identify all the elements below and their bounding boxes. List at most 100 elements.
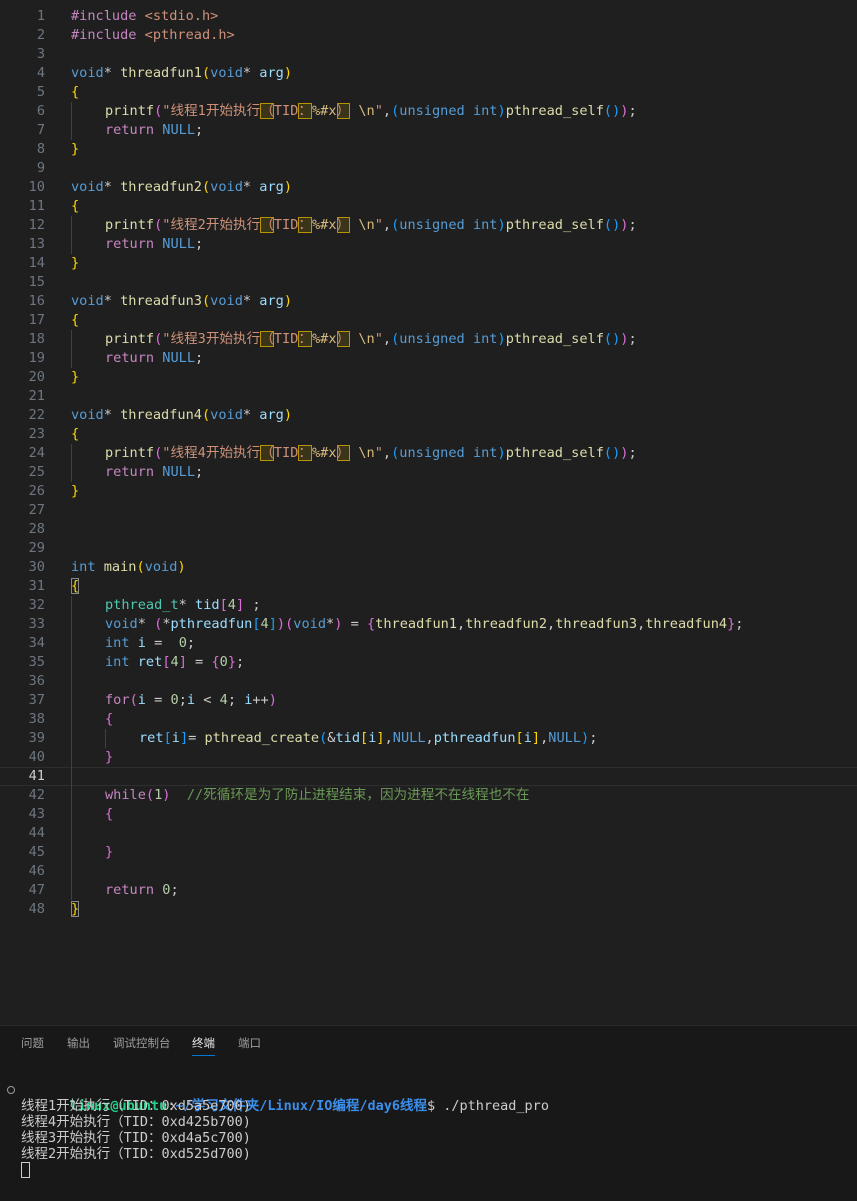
code-line[interactable]: 24 printf("线程4开始执行（TID：%#x） \n",(unsigned… <box>0 444 857 463</box>
code-token: "线程2开始执行 <box>162 217 261 233</box>
code-line[interactable]: 37 for(i = 0;i < 4; i++) <box>0 691 857 710</box>
terminal[interactable]: linux@ubuntu:~/学习文件夹/Linux/IO编程/day6线程$ … <box>0 1082 857 1182</box>
code-line[interactable]: 26} <box>0 482 857 501</box>
code-line[interactable]: 46 <box>0 862 857 881</box>
code-token: ( <box>201 293 211 309</box>
code-line[interactable]: 1 #include <stdio.h> <box>0 7 857 26</box>
code-token: * <box>162 616 171 632</box>
code-line[interactable]: 47 return 0; <box>0 881 857 900</box>
code-line[interactable]: 7 return NULL; <box>0 121 857 140</box>
code-line[interactable]: 18 printf("线程3开始执行（TID：%#x） \n",(unsigned… <box>0 330 857 349</box>
code-line[interactable]: 45} <box>0 843 857 862</box>
code-line[interactable]: 13 return NULL; <box>0 235 857 254</box>
code-token: tid <box>195 597 220 613</box>
code-token: %#x <box>311 217 337 233</box>
code-token: , <box>384 730 393 746</box>
code-line[interactable]: 5{ <box>0 83 857 102</box>
code-line[interactable]: 31 { <box>0 577 857 596</box>
code-token: unsigned <box>399 331 465 347</box>
code-token: NULL <box>392 730 426 746</box>
code-line[interactable]: 15 <box>0 273 857 292</box>
code-line[interactable]: 8} <box>0 140 857 159</box>
code-line[interactable]: 6 printf("线程1开始执行（TID：%#x） \n",(unsigned … <box>0 102 857 121</box>
code-line[interactable]: 42 while(1) //死循环是为了防止进程结束，因为进程不在线程也不在 <box>0 786 857 805</box>
code-token: ] <box>179 730 189 746</box>
code-line[interactable]: 39 ret[i]= pthread_create(&tid[i],NULL,pt… <box>0 729 857 748</box>
code-token: threadfun2 <box>465 616 548 632</box>
code-line[interactable]: 3 <box>0 45 857 64</box>
code-token: arg <box>259 293 284 309</box>
code-token: void <box>210 407 243 423</box>
code-token: \n <box>358 217 375 233</box>
code-token: ： <box>298 103 312 119</box>
code-line[interactable]: 17 { <box>0 311 857 330</box>
code-token: ： <box>298 217 312 233</box>
code-line[interactable]: 29 <box>0 539 857 558</box>
code-editor[interactable]: 1 #include <stdio.h> 2 #include <pthread.h>… <box>0 0 857 1025</box>
code-line[interactable]: 43 { <box>0 805 857 824</box>
code-token: { <box>105 806 114 822</box>
line-number: 47 <box>28 882 45 898</box>
code-token: * <box>103 179 121 195</box>
code-token: //死循环是为了防止进程结束，因为进程不在线程也不在 <box>186 787 530 803</box>
code-token: #include <box>71 8 137 24</box>
line-number: 11 <box>28 198 45 214</box>
code-line[interactable]: 4 void* threadfun1(void* arg) <box>0 64 857 83</box>
tab-problems[interactable]: 问题 <box>21 1035 44 1055</box>
terminal-prompt-line: linux@ubuntu:~/学习文件夹/Linux/IO编程/day6线程$ … <box>0 1082 857 1114</box>
code-token: , <box>547 616 556 632</box>
code-line[interactable]: 9 <box>0 159 857 178</box>
code-line[interactable]: 41 <box>0 767 857 786</box>
code-line[interactable]: 32 pthread_t* tid[4] ; <box>0 596 857 615</box>
terminal-cursor <box>21 1162 30 1178</box>
code-token: threadfun2 <box>120 179 202 195</box>
line-number: 12 <box>28 217 45 233</box>
code-token: * <box>242 407 260 423</box>
code-line[interactable]: 27 <box>0 501 857 520</box>
code-token: * <box>103 407 121 423</box>
tab-output[interactable]: 输出 <box>67 1035 90 1055</box>
code-line[interactable]: 33 void* (*pthreadfun[4])(void*) = {threa… <box>0 615 857 634</box>
code-token: ; <box>628 103 637 119</box>
code-line[interactable]: 30 int main(void) <box>0 558 857 577</box>
code-line[interactable]: 21 <box>0 387 857 406</box>
code-token: NULL <box>548 730 582 746</box>
code-text: } <box>105 843 113 862</box>
code-line[interactable]: 34 int i = 0; <box>0 634 857 653</box>
code-line[interactable]: 38 { <box>0 710 857 729</box>
code-token: { <box>105 711 114 727</box>
code-token: main <box>103 559 137 575</box>
code-token: ） <box>336 331 351 347</box>
code-line[interactable]: 12 printf("线程2开始执行（TID：%#x） \n",(unsigned… <box>0 216 857 235</box>
code-line[interactable]: 19 return NULL; <box>0 349 857 368</box>
code-token: int <box>105 654 130 670</box>
code-line[interactable]: 44 <box>0 824 857 843</box>
code-line[interactable]: 48} <box>0 900 857 919</box>
code-token: pthread_self <box>505 331 604 347</box>
tab-terminal[interactable]: 终端 <box>192 1035 215 1056</box>
code-text: { <box>71 197 79 216</box>
code-text: { <box>71 83 79 102</box>
code-line[interactable]: 22 void* threadfun4(void* arg) <box>0 406 857 425</box>
code-line[interactable]: 14} <box>0 254 857 273</box>
code-line[interactable]: 23 { <box>0 425 857 444</box>
code-line[interactable]: 25 return NULL; <box>0 463 857 482</box>
code-token: unsigned <box>399 103 465 119</box>
code-line[interactable]: 40} <box>0 748 857 767</box>
tab-debug-console[interactable]: 调试控制台 <box>113 1035 171 1055</box>
code-line[interactable]: 35 int ret[4] = {0}; <box>0 653 857 672</box>
code-token: ; <box>170 882 179 898</box>
code-line[interactable]: 36 <box>0 672 857 691</box>
code-line[interactable]: 11 { <box>0 197 857 216</box>
code-line[interactable]: 2 #include <pthread.h> <box>0 26 857 45</box>
code-line[interactable]: 20} <box>0 368 857 387</box>
tab-ports[interactable]: 端口 <box>238 1035 261 1055</box>
code-line[interactable]: 16 void* threadfun3(void* arg) <box>0 292 857 311</box>
terminal-output-line: 线程4开始执行（TID：0xd425b700) <box>21 1114 251 1130</box>
code-token: %#x <box>311 445 337 461</box>
code-line[interactable]: 10 void* threadfun2(void* arg) <box>0 178 857 197</box>
line-number: 3 <box>36 46 45 62</box>
code-line[interactable]: 28 <box>0 520 857 539</box>
code-text: int i = 0; <box>105 634 195 653</box>
